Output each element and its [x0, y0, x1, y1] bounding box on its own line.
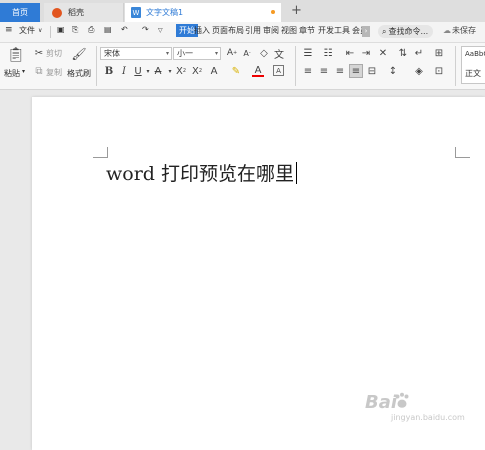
distributed-icon[interactable]: ⊟: [366, 65, 378, 77]
tab-home[interactable]: 首页: [0, 3, 40, 22]
font-name-select[interactable]: 宋体 ▾: [100, 47, 172, 60]
menu-member[interactable]: 会员: [352, 25, 362, 36]
menu-developer[interactable]: 开发工具: [318, 25, 350, 36]
chevron-down-icon: ▾: [214, 50, 218, 57]
char-border-icon[interactable]: A: [273, 65, 284, 76]
font-size-value: 小一: [177, 49, 193, 58]
border-icon[interactable]: ⊡: [433, 65, 445, 77]
hamburger-icon[interactable]: ≡: [5, 25, 13, 35]
divider: [50, 26, 51, 38]
menu-review[interactable]: 审阅: [263, 25, 279, 36]
tab-daoke-label: 稻壳: [68, 8, 84, 17]
writer-doc-icon: W: [131, 7, 141, 18]
table-border-icon[interactable]: ⊞: [433, 47, 445, 59]
document-canvas[interactable]: word 打印预览在哪里: [0, 90, 485, 450]
divider: [455, 46, 456, 86]
paw-icon: [395, 392, 409, 408]
text-effect-icon[interactable]: A: [208, 65, 220, 77]
cloud-icon: ☁: [443, 26, 451, 35]
new-tab-button[interactable]: +: [291, 3, 302, 18]
chevron-down-icon[interactable]: ∨: [38, 27, 42, 34]
grow-font-icon[interactable]: A +: [226, 47, 238, 59]
watermark: Bai jingyan.baidu.com: [365, 392, 465, 422]
strikethrough-icon[interactable]: A: [152, 65, 164, 77]
sort-icon[interactable]: ⇅: [397, 47, 409, 59]
menu-references[interactable]: 引用: [245, 25, 261, 36]
align-center-icon[interactable]: ≡: [318, 65, 330, 77]
menu-insert[interactable]: 插入: [194, 25, 210, 36]
clear-format-icon[interactable]: ◇: [258, 47, 270, 59]
align-right-icon[interactable]: ≡: [334, 65, 346, 77]
justify-icon[interactable]: ≡: [349, 64, 363, 78]
paste-icon[interactable]: 📋︎: [7, 47, 25, 63]
pinyin-icon[interactable]: 文: [273, 47, 285, 61]
cut-label[interactable]: 剪切: [46, 48, 62, 59]
shrink-font-icon[interactable]: A-: [241, 47, 253, 59]
increase-indent-icon[interactable]: ⇥: [360, 47, 372, 59]
style-name: 正文: [465, 69, 481, 78]
paste-label[interactable]: 粘贴: [4, 68, 20, 79]
format-painter-icon[interactable]: 🖌︎: [71, 47, 86, 61]
search-command-box[interactable]: ⌕ 查找命令...: [378, 25, 433, 38]
superscript-icon[interactable]: X2: [175, 65, 187, 77]
bold-icon[interactable]: B: [103, 65, 115, 77]
copy-icon[interactable]: ⧉: [33, 65, 45, 77]
tab-daoke[interactable]: 稻壳: [44, 3, 124, 22]
format-painter-label[interactable]: 格式刷: [67, 68, 91, 79]
document-text: word 打印预览在哪里: [106, 163, 294, 185]
divider: [96, 46, 97, 86]
print-preview-icon[interactable]: ▤: [104, 25, 112, 34]
menu-bar: ≡ 文件 ∨ ▣ ⎘ ⎙ ▤ ↶ ↷ ▽ 开始 插入 页面布局 引用 审阅 视图…: [0, 22, 485, 43]
more-menu-button[interactable]: ›: [362, 26, 370, 37]
style-normal[interactable]: AaBbC 正文: [461, 46, 485, 84]
style-preview: AaBbC: [465, 50, 485, 58]
copy-label[interactable]: 复制: [46, 67, 62, 78]
menu-view[interactable]: 视图: [281, 25, 297, 36]
font-color-icon[interactable]: A: [252, 65, 264, 77]
ribbon-toolbar: 📋︎ 粘贴 ▾ ✂ 剪切 ⧉ 复制 🖌︎ 格式刷 宋体 ▾ 小一 ▾ A + A-…: [0, 43, 485, 90]
redo-icon[interactable]: ↷: [142, 25, 149, 34]
divider: [295, 46, 296, 86]
text-cursor: [296, 162, 297, 184]
show-marks-icon[interactable]: ↵: [413, 47, 425, 59]
paste-dropdown-icon[interactable]: ▾: [22, 68, 25, 75]
font-name-value: 宋体: [104, 49, 120, 58]
search-placeholder: 查找命令...: [388, 27, 429, 36]
unsaved-dot-icon: [271, 10, 275, 14]
daoke-icon: [52, 7, 62, 18]
shading-icon[interactable]: ◈: [413, 65, 425, 77]
tab-document-label: 文字文稿1: [146, 8, 184, 17]
decrease-indent-icon[interactable]: ⇤: [344, 47, 356, 59]
menu-page-layout[interactable]: 页面布局: [212, 25, 244, 36]
print-icon[interactable]: ⎙: [88, 25, 94, 35]
document-body-text[interactable]: word 打印预览在哪里: [106, 159, 297, 186]
save-icon[interactable]: ▣: [57, 25, 65, 34]
unsaved-status[interactable]: 未保存: [452, 25, 476, 36]
export-icon[interactable]: ⎘: [72, 25, 78, 35]
undo-icon[interactable]: ↶: [121, 25, 128, 34]
italic-icon[interactable]: I: [118, 65, 130, 77]
watermark-url: jingyan.baidu.com: [391, 413, 465, 422]
chevron-down-icon: ▾: [165, 50, 169, 57]
customize-icon[interactable]: ▽: [158, 27, 163, 34]
menu-section[interactable]: 章节: [299, 25, 315, 36]
document-page[interactable]: word 打印预览在哪里: [32, 97, 485, 450]
search-icon: ⌕: [382, 26, 387, 36]
line-spacing-icon[interactable]: ↕: [387, 65, 399, 77]
numbered-list-icon[interactable]: ☷: [322, 47, 334, 59]
margin-corner-mark: [455, 147, 470, 158]
font-size-select[interactable]: 小一 ▾: [173, 47, 221, 60]
align-left-icon[interactable]: ≡: [302, 65, 314, 77]
tab-document[interactable]: W 文字文稿1: [125, 3, 281, 22]
highlight-icon[interactable]: ✎: [230, 65, 242, 77]
tab-home-label: 首页: [12, 8, 28, 17]
chinese-layout-icon[interactable]: ✕: [377, 47, 389, 59]
tab-bar: 首页 稻壳 W 文字文稿1 +: [0, 0, 485, 22]
margin-corner-mark: [93, 147, 108, 158]
menu-file[interactable]: 文件: [19, 25, 35, 36]
subscript-icon[interactable]: X2: [191, 65, 203, 77]
cut-icon[interactable]: ✂: [33, 47, 45, 59]
bullet-list-icon[interactable]: ☰: [302, 47, 314, 59]
